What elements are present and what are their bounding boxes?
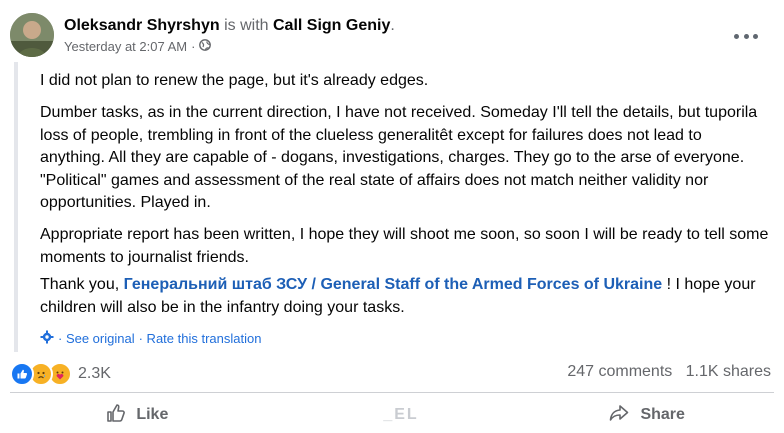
obscured-label: _EL — [365, 406, 419, 423]
reactions-summary[interactable]: 2.3K — [10, 362, 111, 386]
post-actions: Like _EL Share — [10, 397, 774, 433]
general-staff-link[interactable]: Генеральний штаб ЗСУ / General Staff of … — [124, 276, 663, 293]
post-paragraph-1: I did not plan to renew the page, but it… — [40, 72, 429, 89]
like-label: Like — [136, 406, 169, 423]
author-line-period: . — [390, 17, 395, 34]
post-timestamp[interactable]: Yesterday at 2:07 AM — [64, 39, 187, 54]
share-label: Share — [640, 406, 685, 423]
post-stats: 2.3K 247 comments 1.1K shares — [10, 362, 774, 386]
post-meta: Yesterday at 2:07 AM · — [64, 39, 212, 54]
rate-translation-link[interactable]: · Rate this translation — [139, 331, 262, 346]
tagged-page[interactable]: Call Sign Geniy — [273, 17, 390, 34]
avatar-image — [10, 13, 54, 57]
more-icon[interactable] — [734, 29, 758, 43]
author-line: Oleksandr Shyrshyn is with Call Sign Gen… — [64, 16, 395, 36]
is-with-text: is with — [224, 17, 269, 34]
thumbs-up-icon — [106, 403, 126, 428]
share-arrow-icon — [608, 403, 630, 428]
reaction-count: 2.3K — [78, 365, 111, 382]
comment-button-obscured[interactable]: _EL — [265, 397, 520, 433]
post-paragraph-4: Thank you, Генеральний штаб ЗСУ / Genera… — [40, 274, 770, 319]
like-reaction-icon — [10, 362, 34, 386]
translation-bar: · See original · Rate this translation — [40, 330, 261, 347]
avatar[interactable] — [10, 13, 54, 57]
shares-count[interactable]: 1.1K shares — [686, 363, 771, 380]
paragraph-4-before: Thank you, — [40, 276, 124, 293]
post-body: I did not plan to renew the page, but it… — [14, 62, 774, 352]
see-original-link[interactable]: · See original — [58, 331, 135, 346]
post-header: Oleksandr Shyrshyn is with Call Sign Gen… — [10, 13, 774, 63]
author-name[interactable]: Oleksandr Shyrshyn — [64, 17, 220, 34]
globe-icon — [199, 39, 212, 54]
actions-divider — [10, 392, 774, 393]
comments-count[interactable]: 247 comments — [567, 363, 672, 380]
post-paragraph-2: Dumber tasks, as in the current directio… — [40, 104, 758, 211]
meta-separator: · — [191, 39, 196, 54]
share-button[interactable]: Share — [519, 397, 774, 433]
engagement-counts: 247 comments 1.1K shares — [567, 363, 771, 381]
like-button[interactable]: Like — [10, 397, 265, 433]
gear-icon — [40, 330, 54, 347]
post-paragraph-3: Appropriate report has been written, I h… — [40, 226, 769, 266]
